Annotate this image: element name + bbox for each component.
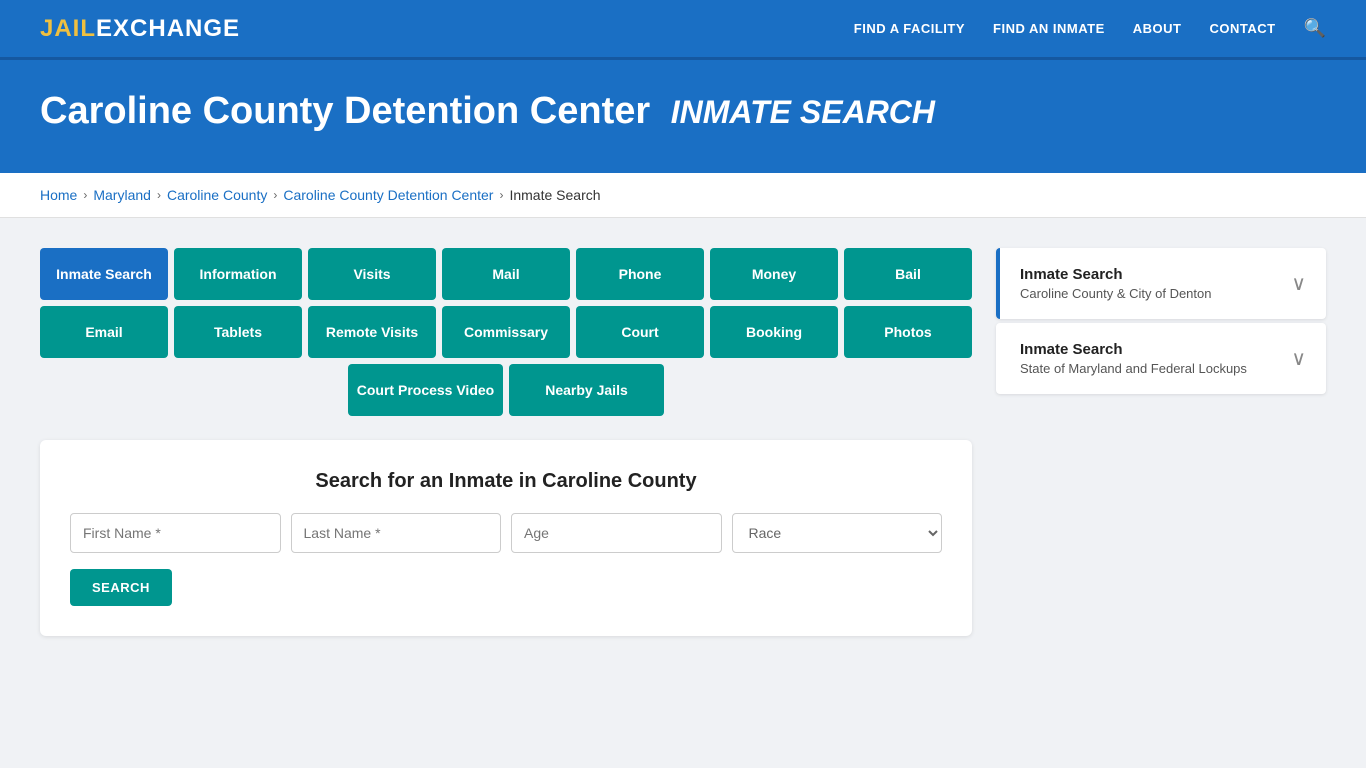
- sidebar-item-maryland[interactable]: Inmate Search State of Maryland and Fede…: [996, 323, 1326, 394]
- race-select[interactable]: Race White Black Hispanic Asian Other: [732, 513, 943, 553]
- tab-court-process-video[interactable]: Court Process Video: [348, 364, 503, 416]
- sidebar-maryland-title: Inmate Search: [1020, 341, 1247, 358]
- breadcrumb-maryland[interactable]: Maryland: [93, 187, 151, 203]
- chevron-down-icon-2: ∨: [1291, 346, 1306, 371]
- main-content: Inmate Search Information Visits Mail Ph…: [0, 218, 1366, 666]
- tab-bail[interactable]: Bail: [844, 248, 972, 300]
- search-fields: Race White Black Hispanic Asian Other: [70, 513, 942, 553]
- page-title: Caroline County Detention Center INMATE …: [40, 90, 1326, 133]
- nav-find-facility[interactable]: FIND A FACILITY: [854, 21, 965, 36]
- breadcrumb-sep-3: ›: [273, 188, 277, 202]
- last-name-input[interactable]: [291, 513, 502, 553]
- tab-booking[interactable]: Booking: [710, 306, 838, 358]
- breadcrumb-sep-2: ›: [157, 188, 161, 202]
- first-name-input[interactable]: [70, 513, 281, 553]
- right-sidebar: Inmate Search Caroline County & City of …: [996, 248, 1326, 398]
- sidebar-card-2: Inmate Search State of Maryland and Fede…: [996, 323, 1326, 394]
- nav-about[interactable]: ABOUT: [1133, 21, 1182, 36]
- tab-court[interactable]: Court: [576, 306, 704, 358]
- tab-commissary[interactable]: Commissary: [442, 306, 570, 358]
- tab-email[interactable]: Email: [40, 306, 168, 358]
- sidebar-card-1: Inmate Search Caroline County & City of …: [996, 248, 1326, 319]
- nav-find-inmate[interactable]: FIND AN INMATE: [993, 21, 1105, 36]
- search-card-title: Search for an Inmate in Caroline County: [70, 470, 942, 493]
- left-column: Inmate Search Information Visits Mail Ph…: [40, 248, 972, 636]
- tab-inmate-search[interactable]: Inmate Search: [40, 248, 168, 300]
- chevron-down-icon: ∨: [1291, 271, 1306, 296]
- site-logo[interactable]: JAILEXCHANGE: [40, 15, 240, 43]
- tab-remote-visits[interactable]: Remote Visits: [308, 306, 436, 358]
- logo-part1: JAIL: [40, 15, 96, 42]
- breadcrumb-current: Inmate Search: [509, 187, 600, 203]
- tab-visits[interactable]: Visits: [308, 248, 436, 300]
- sidebar-item-caroline[interactable]: Inmate Search Caroline County & City of …: [996, 248, 1326, 319]
- breadcrumb: Home › Maryland › Caroline County › Caro…: [40, 187, 1326, 203]
- search-button[interactable]: SEARCH: [70, 569, 172, 606]
- age-input[interactable]: [511, 513, 722, 553]
- tab-nearby-jails[interactable]: Nearby Jails: [509, 364, 664, 416]
- sidebar-maryland-subtitle: State of Maryland and Federal Lockups: [1020, 361, 1247, 376]
- hero-subtitle: INMATE SEARCH: [671, 94, 935, 130]
- main-header: JAILEXCHANGE FIND A FACILITY FIND AN INM…: [0, 0, 1366, 60]
- tabs-row-3: Court Process Video Nearby Jails: [40, 364, 972, 416]
- tabs-row-2: Email Tablets Remote Visits Commissary C…: [40, 306, 972, 358]
- breadcrumb-caroline-county[interactable]: Caroline County: [167, 187, 267, 203]
- breadcrumb-sep-1: ›: [83, 188, 87, 202]
- tabs-container: Inmate Search Information Visits Mail Ph…: [40, 248, 972, 416]
- search-icon[interactable]: 🔍: [1304, 18, 1326, 39]
- sidebar-caroline-subtitle: Caroline County & City of Denton: [1020, 286, 1211, 301]
- breadcrumb-home[interactable]: Home: [40, 187, 77, 203]
- breadcrumb-sep-4: ›: [499, 188, 503, 202]
- breadcrumb-detention-center[interactable]: Caroline County Detention Center: [283, 187, 493, 203]
- nav-contact[interactable]: CONTACT: [1209, 21, 1275, 36]
- tab-money[interactable]: Money: [710, 248, 838, 300]
- search-card: Search for an Inmate in Caroline County …: [40, 440, 972, 636]
- breadcrumb-bar: Home › Maryland › Caroline County › Caro…: [0, 173, 1366, 218]
- sidebar-caroline-title: Inmate Search: [1020, 266, 1211, 283]
- tab-photos[interactable]: Photos: [844, 306, 972, 358]
- tab-phone[interactable]: Phone: [576, 248, 704, 300]
- hero-section: Caroline County Detention Center INMATE …: [0, 60, 1366, 173]
- hero-main-title: Caroline County Detention Center: [40, 90, 650, 132]
- main-nav: FIND A FACILITY FIND AN INMATE ABOUT CON…: [854, 18, 1326, 39]
- tabs-row-1: Inmate Search Information Visits Mail Ph…: [40, 248, 972, 300]
- tab-mail[interactable]: Mail: [442, 248, 570, 300]
- tab-information[interactable]: Information: [174, 248, 302, 300]
- logo-part2: EXCHANGE: [96, 15, 240, 42]
- tab-tablets[interactable]: Tablets: [174, 306, 302, 358]
